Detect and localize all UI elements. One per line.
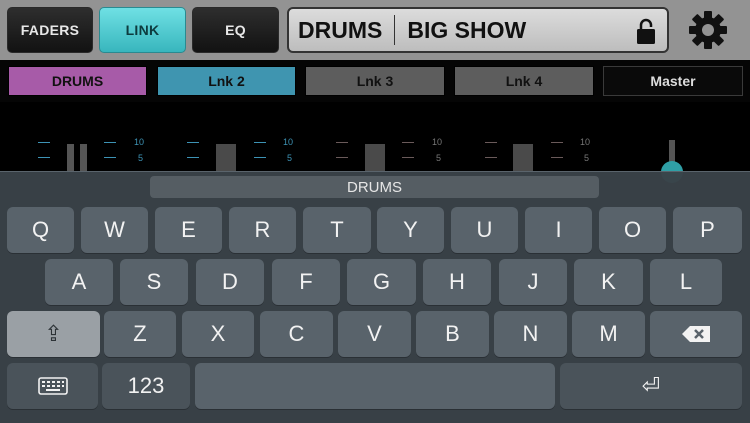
meter-tick [402, 157, 414, 158]
key-i[interactable]: I [525, 207, 592, 253]
keyboard-text-field[interactable]: DRUMS [150, 176, 599, 198]
key-q[interactable]: Q [7, 207, 74, 253]
link-button-lnk2[interactable]: Lnk 2 [157, 66, 296, 96]
numbers-key[interactable]: 123 [102, 363, 190, 409]
meter-tick [104, 142, 116, 143]
key-s[interactable]: S [120, 259, 188, 305]
keyboard-switch-key[interactable] [7, 363, 98, 409]
key-e[interactable]: E [155, 207, 222, 253]
key-o[interactable]: O [599, 207, 666, 253]
fader-track [80, 144, 87, 172]
key-h[interactable]: H [423, 259, 491, 305]
scale-label: 10 [283, 137, 294, 147]
meter-tick [187, 142, 199, 143]
title-divider [394, 15, 396, 45]
tab-eq[interactable]: EQ [192, 7, 279, 53]
meter-tick [254, 142, 266, 143]
key-l[interactable]: L [650, 259, 722, 305]
link-button-lnk4[interactable]: Lnk 4 [454, 66, 594, 96]
key-d[interactable]: D [196, 259, 264, 305]
key-j[interactable]: J [499, 259, 567, 305]
scale-label: 5 [436, 153, 442, 163]
meter-tick [254, 157, 266, 158]
key-t[interactable]: T [303, 207, 371, 253]
scene-title-box[interactable]: DRUMS BIG SHOW [287, 7, 669, 53]
link-button-lnk3[interactable]: Lnk 3 [305, 66, 445, 96]
show-name: BIG SHOW [407, 16, 527, 43]
mix-name: DRUMS [298, 16, 383, 43]
shift-icon: ⇪ [44, 321, 63, 346]
key-v[interactable]: V [338, 311, 411, 357]
link-row: DRUMS Lnk 2 Lnk 3 Lnk 4 Master [0, 60, 750, 102]
meter-tick [485, 157, 497, 158]
shift-key[interactable]: ⇪ [7, 311, 100, 357]
key-r[interactable]: R [229, 207, 296, 253]
meter-tick [551, 157, 563, 158]
scale-label: 10 [580, 137, 591, 147]
backspace-key[interactable] [650, 311, 742, 357]
key-x[interactable]: X [182, 311, 254, 357]
fader-track [67, 144, 74, 172]
scale-label: 10 [432, 137, 443, 147]
return-icon: ⏎ [641, 373, 661, 398]
top-bar: FADERS LINK EQ DRUMS BIG SHOW [0, 0, 750, 60]
meter-tick [485, 142, 497, 143]
key-a[interactable]: A [45, 259, 113, 305]
lock-icon[interactable] [636, 17, 656, 45]
gear-icon[interactable] [686, 8, 730, 52]
meter-tick [551, 142, 563, 143]
link-button-drums[interactable]: DRUMS [8, 66, 147, 96]
meter-tick [187, 157, 199, 158]
key-m[interactable]: M [572, 311, 645, 357]
key-u[interactable]: U [451, 207, 518, 253]
channel-strips: 10 5 10 5 10 5 10 5 [0, 102, 750, 183]
key-y[interactable]: Y [377, 207, 444, 253]
fader-cap [513, 144, 533, 172]
tab-faders[interactable]: FADERS [7, 7, 93, 53]
scale-label: 5 [584, 153, 590, 163]
link-button-master[interactable]: Master [603, 66, 743, 96]
backspace-icon [682, 326, 710, 342]
keyboard-icon [37, 377, 68, 395]
meter-tick [104, 157, 116, 158]
key-f[interactable]: F [272, 259, 340, 305]
key-w[interactable]: W [81, 207, 148, 253]
space-key[interactable] [195, 363, 555, 409]
key-n[interactable]: N [494, 311, 567, 357]
key-k[interactable]: K [574, 259, 643, 305]
tab-link[interactable]: LINK [99, 7, 186, 53]
key-b[interactable]: B [416, 311, 489, 357]
meter-tick [38, 142, 50, 143]
meter-tick [336, 157, 348, 158]
key-p[interactable]: P [673, 207, 742, 253]
key-g[interactable]: G [347, 259, 416, 305]
meter-tick [336, 142, 348, 143]
key-c[interactable]: C [260, 311, 333, 357]
fader-cap [216, 144, 236, 172]
meter-tick [402, 142, 414, 143]
fader-cap [365, 144, 385, 172]
meter-tick [38, 157, 50, 158]
key-z[interactable]: Z [104, 311, 176, 357]
scale-label: 10 [134, 137, 145, 147]
scale-label: 5 [138, 153, 144, 163]
scale-label: 5 [287, 153, 293, 163]
return-key[interactable]: ⏎ [560, 363, 742, 409]
